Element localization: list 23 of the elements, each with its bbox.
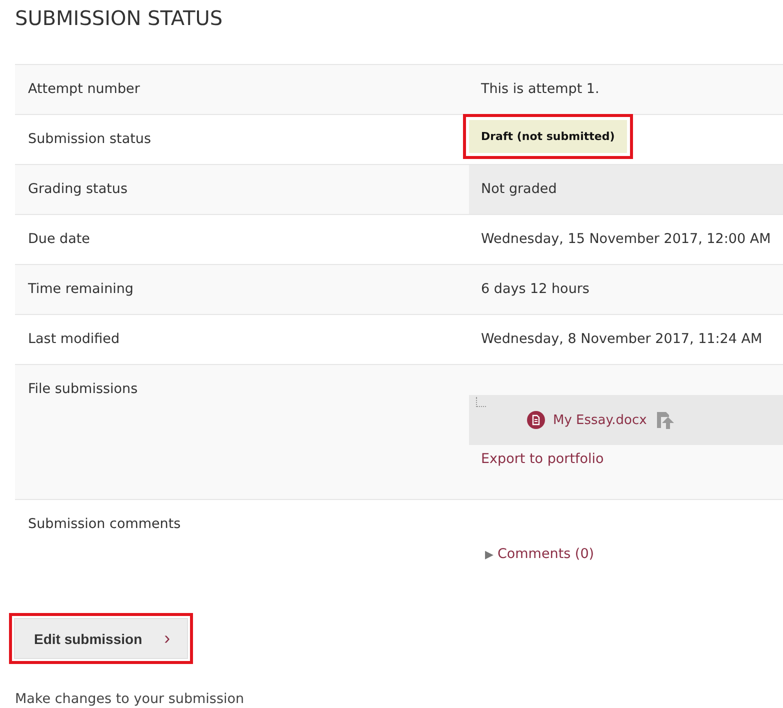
row-value: 6 days 12 hours — [480, 280, 590, 299]
section-title: SUBMISSION STATUS — [15, 5, 224, 32]
expand-icon[interactable]: ▶ — [485, 548, 494, 560]
row-label: Due date — [27, 230, 91, 249]
row-label: Last modified — [27, 330, 121, 349]
status-badge: Draft (not submitted) — [463, 114, 633, 159]
row-value: Not graded — [469, 165, 783, 214]
export-icon[interactable] — [654, 410, 675, 430]
row-label: Submission status — [27, 130, 152, 149]
row-value: Wednesday, 15 November 2017, 12:00 AM — [480, 230, 772, 249]
edit-submission-button[interactable]: Edit submission › — [9, 613, 194, 664]
comments-link[interactable]: Comments (0) — [497, 546, 594, 562]
row-value: This is attempt 1. — [480, 80, 600, 99]
row-label: Attempt number — [27, 80, 141, 99]
hint-text: Make changes to your submission — [15, 691, 246, 707]
row-label: Submission comments — [27, 515, 182, 534]
document-icon — [527, 411, 545, 429]
row-label: Time remaining — [27, 280, 134, 299]
file-link[interactable]: My Essay.docx — [553, 412, 647, 428]
row-label: Grading status — [27, 180, 129, 199]
row-value: Wednesday, 8 November 2017, 11:24 AM — [480, 330, 764, 349]
row-label: File submissions — [27, 380, 139, 399]
export-link[interactable]: Export to portfolio — [481, 451, 604, 467]
